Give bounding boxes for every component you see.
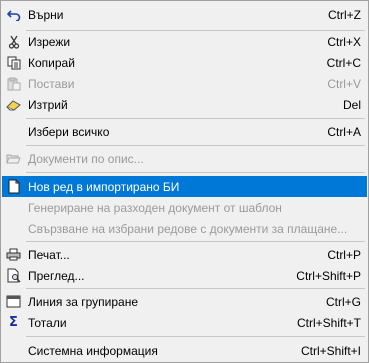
menu-item-select-all[interactable]: Избери всичко Ctrl+A — [2, 121, 367, 142]
menu-item-label: Преглед... — [28, 268, 85, 283]
menu-item-label: Върни — [28, 7, 64, 22]
menu-separator — [26, 172, 365, 173]
menu-item-label: Документи по опис... — [28, 151, 144, 166]
menu-item-label: Нов ред в импортирано БИ — [28, 179, 180, 194]
menu-separator — [26, 288, 365, 289]
menu-item-undo[interactable]: Върни Ctrl+Z — [2, 4, 367, 25]
menu-item-grouping-line[interactable]: Линия за групиране Ctrl+G — [2, 291, 367, 312]
menu-item-label: Избери всичко — [28, 124, 110, 139]
menu-item-shortcut: Ctrl+Z — [328, 7, 361, 22]
grouping-bar-icon — [5, 293, 22, 310]
menu-item-label: Изрежи — [28, 34, 71, 49]
menu-separator — [26, 336, 365, 337]
menu-separator — [26, 118, 365, 119]
menu-item-label: Линия за групиране — [28, 294, 139, 309]
printer-icon — [5, 246, 22, 263]
copy-icon — [5, 54, 22, 71]
menu-item-shortcut: Del — [342, 97, 361, 112]
menu-item-link-rows-to-payments: Свързване на избрани редове с документи … — [2, 218, 367, 239]
menu-item-new-row[interactable]: Нов ред в импортирано БИ — [2, 176, 367, 197]
context-menu: Върни Ctrl+Z Изрежи Ctrl+X Копирай Ctrl+… — [0, 0, 369, 363]
new-document-icon — [5, 178, 22, 195]
menu-item-delete[interactable]: Изтрий Del — [2, 94, 367, 115]
menu-item-system-info[interactable]: Системна информация Ctrl+Shift+I — [2, 340, 367, 361]
menu-item-cut[interactable]: Изрежи Ctrl+X — [2, 31, 367, 52]
menu-item-paste: Постави Ctrl+V — [2, 73, 367, 94]
paste-icon — [5, 75, 22, 92]
menu-item-shortcut: Ctrl+Shift+T — [296, 315, 361, 330]
print-preview-icon — [5, 267, 22, 284]
menu-item-print[interactable]: Печат... Ctrl+P — [2, 244, 367, 265]
menu-item-label: Копирай — [28, 55, 75, 70]
menu-item-totals[interactable]: Σ Тотали Ctrl+Shift+T — [2, 312, 367, 333]
menu-separator — [26, 241, 365, 242]
menu-item-shortcut: Ctrl+P — [327, 247, 361, 262]
eraser-icon — [5, 96, 22, 113]
menu-item-shortcut: Ctrl+G — [325, 294, 361, 309]
menu-item-label: Изтрий — [28, 97, 68, 112]
menu-item-copy[interactable]: Копирай Ctrl+C — [2, 52, 367, 73]
menu-separator — [26, 145, 365, 146]
undo-icon — [5, 6, 22, 23]
menu-item-shortcut: Ctrl+A — [327, 124, 361, 139]
menu-item-generate-expense-document: Генериране на разходен документ от шабло… — [2, 197, 367, 218]
menu-item-label: Системна информация — [28, 343, 158, 358]
menu-item-shortcut: Ctrl+Shift+P — [296, 268, 361, 283]
menu-item-shortcut: Ctrl+X — [327, 34, 361, 49]
menu-item-label: Тотали — [28, 315, 67, 330]
menu-item-label: Свързване на избрани редове с документи … — [28, 221, 348, 236]
menu-item-shortcut: Ctrl+C — [326, 55, 361, 70]
menu-item-print-preview[interactable]: Преглед... Ctrl+Shift+P — [2, 265, 367, 286]
menu-item-label: Генериране на разходен документ от шабло… — [28, 200, 282, 215]
menu-item-documents-by-inventory: Документи по опис... — [2, 148, 367, 169]
menu-item-label: Постави — [28, 76, 75, 91]
menu-item-shortcut: Ctrl+Shift+I — [300, 343, 361, 358]
folder-open-icon — [5, 150, 22, 167]
sigma-icon: Σ — [9, 315, 18, 330]
scissors-icon — [5, 33, 22, 50]
menu-item-label: Печат... — [28, 247, 70, 262]
menu-item-shortcut: Ctrl+V — [327, 76, 361, 91]
